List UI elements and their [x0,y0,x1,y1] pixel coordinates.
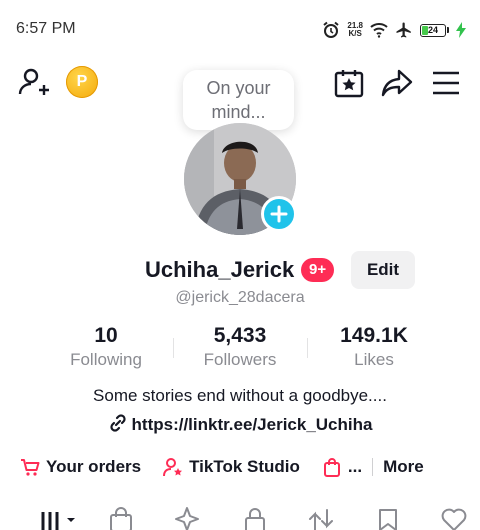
stat-followers[interactable]: 5,433 Followers [170,324,310,370]
bookmark-icon[interactable] [376,506,400,530]
cart-icon [21,459,40,476]
alarm-icon [323,21,340,38]
charging-bolt-icon [456,22,466,38]
shop-bag-icon[interactable] [108,506,134,530]
battery-indicator: 24 [420,23,446,37]
repost-icon[interactable] [306,506,336,530]
stat-value: 149.1K [340,324,408,347]
action-row: Your orders TikTok Studio ... More [20,455,424,479]
link-text: https://linktr.ee/Jerick_Uchiha [131,415,373,434]
stat-label: Followers [203,350,277,369]
shop-button[interactable]: ... [322,457,362,477]
action-separator [372,458,374,476]
add-story-button[interactable] [261,196,297,232]
tiktok-studio-button[interactable]: TikTok Studio [163,457,300,477]
heart-icon[interactable] [440,506,468,530]
person-star-icon [163,458,183,477]
your-orders-button[interactable]: Your orders [20,457,141,477]
lock-icon[interactable] [242,506,268,530]
status-icons: 21.8 K/S 24 [322,18,466,42]
stat-value: 10 [94,324,118,347]
calendar-star-icon[interactable] [334,68,364,98]
edit-profile-button[interactable]: Edit [351,251,415,289]
plus-icon [270,205,288,223]
profile-link[interactable]: https://linktr.ee/Jerick_Uchiha [0,413,480,435]
stat-likes[interactable]: 149.1K Likes [304,324,444,370]
shopping-bag-icon [323,458,340,477]
user-handle: @jerick_28dacera [175,289,305,306]
mind-bubble[interactable]: On your mind... [183,70,294,130]
shop-ellipsis: ... [347,457,363,476]
bubble-text: On your mind... [206,78,271,122]
sparkle-icon[interactable] [174,506,200,530]
tiktok-studio-label: TikTok Studio [189,457,300,476]
battery-level: 24 [427,24,438,35]
add-friend-icon[interactable] [18,66,50,98]
link-icon [109,414,126,432]
share-arrow-icon[interactable] [381,68,413,98]
stat-value: 5,433 [213,324,267,347]
stat-following[interactable]: 10 Following [36,324,176,370]
network-speed: 21.8 K/S [347,21,363,38]
more-button[interactable]: More [383,457,424,477]
your-orders-label: Your orders [46,457,142,476]
coin-icon[interactable]: P [66,66,98,98]
stat-label: Likes [354,350,394,369]
airplane-icon [396,22,411,38]
grid-icon[interactable] [40,506,80,530]
content-tab-bar [0,502,480,530]
profile-bio: Some stories end without a goodbye.... [93,386,387,405]
username: Uchiha_Jerick [145,257,295,282]
wifi-icon [370,23,388,38]
menu-icon[interactable] [432,70,460,96]
notification-badge[interactable]: 9+ [301,258,335,282]
status-time: 6:57 PM [16,20,76,37]
stat-label: Following [70,350,142,369]
